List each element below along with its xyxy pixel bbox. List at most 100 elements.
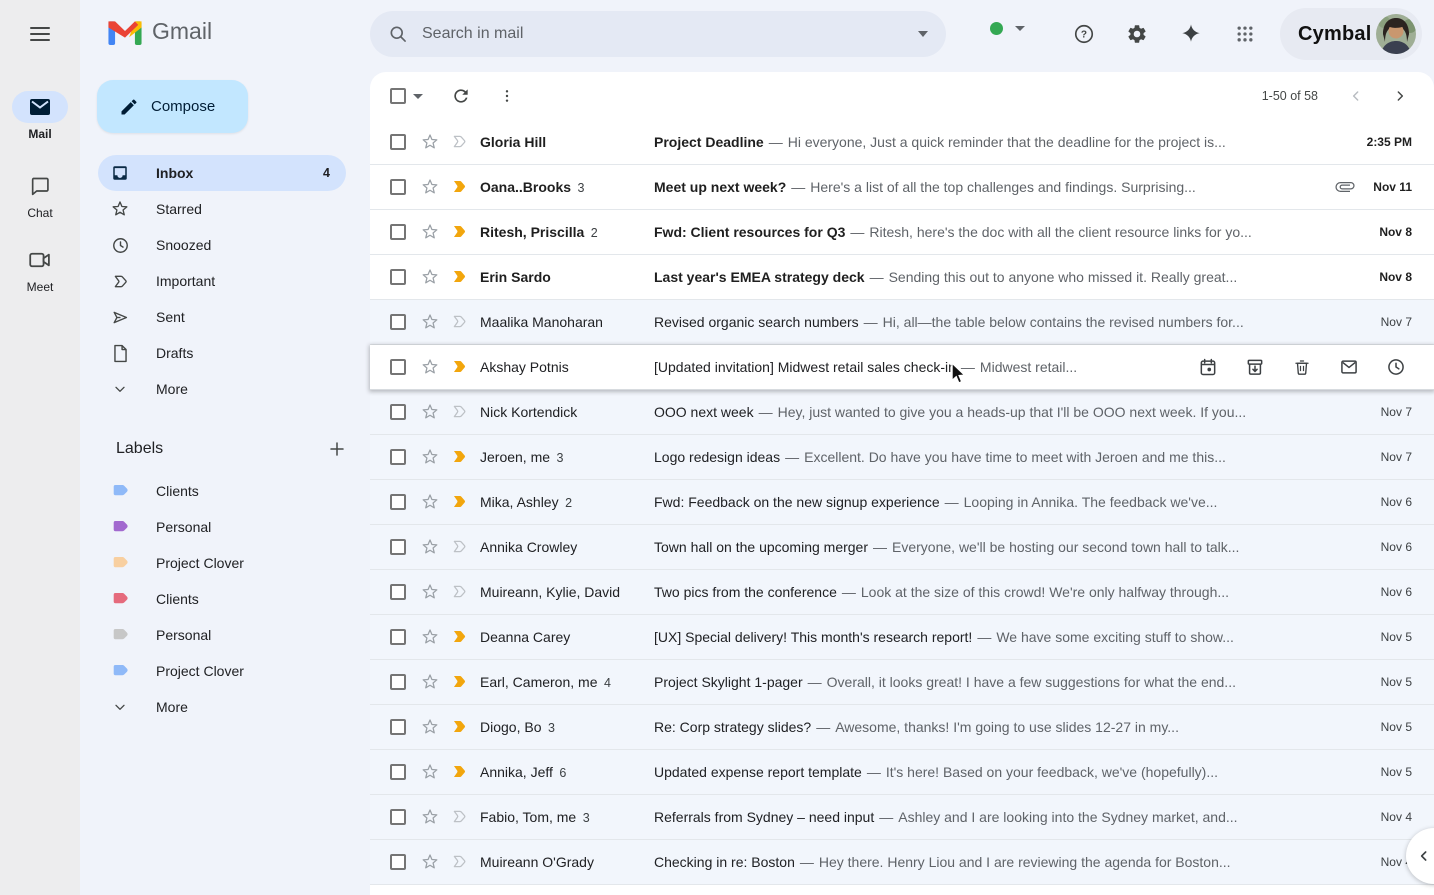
sidebar-label-clients[interactable]: Clients: [98, 473, 346, 509]
importance-marker[interactable]: [450, 177, 470, 197]
sidebar-label-personal[interactable]: Personal: [98, 509, 346, 545]
star-icon[interactable]: [420, 177, 440, 197]
email-row[interactable]: Mika, Ashley 2 Fwd: Feedback on the new …: [370, 480, 1434, 525]
row-checkbox[interactable]: [390, 404, 406, 420]
row-checkbox[interactable]: [390, 179, 406, 195]
star-icon[interactable]: [420, 222, 440, 242]
star-icon[interactable]: [420, 852, 440, 872]
email-row[interactable]: Deanna Carey [UX] Special delivery! This…: [370, 615, 1434, 660]
search-input[interactable]: [422, 25, 918, 43]
select-all-checkbox[interactable]: [390, 88, 406, 104]
gemini-button[interactable]: [1169, 12, 1213, 56]
row-checkbox[interactable]: [390, 719, 406, 735]
search-icon[interactable]: [388, 24, 408, 44]
importance-marker[interactable]: [450, 357, 470, 377]
star-icon[interactable]: [420, 762, 440, 782]
sidebar-item-sent[interactable]: Sent: [98, 299, 346, 335]
email-row[interactable]: Oana..Brooks 3 Meet up next week?—Here's…: [370, 165, 1434, 210]
older-page-button[interactable]: [1380, 76, 1420, 116]
mark-as-read-icon[interactable]: [1337, 355, 1361, 379]
star-icon[interactable]: [420, 537, 440, 557]
importance-marker[interactable]: [450, 582, 470, 602]
star-icon[interactable]: [420, 357, 440, 377]
search-options-caret-icon[interactable]: [918, 31, 928, 37]
google-apps-button[interactable]: [1223, 12, 1267, 56]
email-row[interactable]: Muireann O'Grady Checking in re: Boston—…: [370, 840, 1434, 885]
sidebar-item-snoozed[interactable]: Snoozed: [98, 227, 346, 263]
star-icon[interactable]: [420, 402, 440, 422]
sidebar-item-drafts[interactable]: Drafts: [98, 335, 346, 371]
star-icon[interactable]: [420, 492, 440, 512]
newer-page-button[interactable]: [1336, 76, 1376, 116]
account-chip[interactable]: Cymbal: [1280, 8, 1422, 60]
star-icon[interactable]: [420, 672, 440, 692]
sidebar-item-starred[interactable]: Starred: [98, 191, 346, 227]
rail-item-meet[interactable]: Meet: [0, 244, 80, 294]
row-checkbox[interactable]: [390, 134, 406, 150]
row-checkbox[interactable]: [390, 224, 406, 240]
search-bar[interactable]: [370, 11, 946, 57]
availability-status[interactable]: [990, 22, 1025, 35]
avatar[interactable]: [1376, 14, 1416, 54]
row-checkbox[interactable]: [390, 674, 406, 690]
email-row[interactable]: Diogo, Bo 3 Re: Corp strategy slides?—Aw…: [370, 705, 1434, 750]
sidebar-item-important[interactable]: Important: [98, 263, 346, 299]
sidebar-label-project-clover[interactable]: Project Clover: [98, 545, 346, 581]
sidebar-item-inbox[interactable]: Inbox 4: [98, 155, 346, 191]
importance-marker[interactable]: [450, 852, 470, 872]
row-checkbox[interactable]: [390, 314, 406, 330]
email-row[interactable]: Jeroen, me 3 Logo redesign ideas—Excelle…: [370, 435, 1434, 480]
refresh-button[interactable]: [441, 76, 481, 116]
email-row[interactable]: Nick Kortendick OOO next week—Hey, just …: [370, 390, 1434, 435]
importance-marker[interactable]: [450, 807, 470, 827]
sidebar-label-project-clover-2[interactable]: Project Clover: [98, 653, 346, 689]
row-checkbox[interactable]: [390, 539, 406, 555]
star-icon[interactable]: [420, 312, 440, 332]
email-row[interactable]: Ritesh, Priscilla 2 Fwd: Client resource…: [370, 210, 1434, 255]
add-label-icon[interactable]: [328, 440, 346, 458]
star-icon[interactable]: [420, 267, 440, 287]
delete-icon[interactable]: [1290, 355, 1314, 379]
importance-marker[interactable]: [450, 132, 470, 152]
importance-marker[interactable]: [450, 717, 470, 737]
email-row[interactable]: Akshay Potnis [Updated invitation] Midwe…: [370, 345, 1434, 390]
help-button[interactable]: ?: [1062, 12, 1106, 56]
email-row[interactable]: Earl, Cameron, me 4 Project Skylight 1-p…: [370, 660, 1434, 705]
snooze-icon[interactable]: [1384, 355, 1408, 379]
importance-marker[interactable]: [450, 402, 470, 422]
email-row[interactable]: Fabio, Tom, me 3 Referrals from Sydney –…: [370, 795, 1434, 840]
importance-marker[interactable]: [450, 762, 470, 782]
star-icon[interactable]: [420, 807, 440, 827]
rail-item-chat[interactable]: Chat: [0, 170, 80, 220]
settings-button[interactable]: [1115, 12, 1159, 56]
sidebar-label-clients-2[interactable]: Clients: [98, 581, 346, 617]
row-checkbox[interactable]: [390, 269, 406, 285]
rail-item-mail[interactable]: Mail: [0, 91, 80, 141]
star-icon[interactable]: [420, 627, 440, 647]
sidebar-labels-more[interactable]: More: [98, 689, 346, 725]
sidebar-label-personal-2[interactable]: Personal: [98, 617, 346, 653]
email-row[interactable]: Maalika Manoharan Revised organic search…: [370, 300, 1434, 345]
row-checkbox[interactable]: [390, 629, 406, 645]
importance-marker[interactable]: [450, 537, 470, 557]
star-icon[interactable]: [420, 132, 440, 152]
sidebar-item-more[interactable]: More: [98, 371, 346, 407]
importance-marker[interactable]: [450, 267, 470, 287]
row-checkbox[interactable]: [390, 584, 406, 600]
main-menu-button[interactable]: [16, 10, 64, 58]
email-row[interactable]: Annika Crowley Town hall on the upcoming…: [370, 525, 1434, 570]
archive-icon[interactable]: [1243, 355, 1267, 379]
row-checkbox[interactable]: [390, 494, 406, 510]
importance-marker[interactable]: [450, 672, 470, 692]
importance-marker[interactable]: [450, 627, 470, 647]
row-checkbox[interactable]: [390, 764, 406, 780]
rsvp-calendar-icon[interactable]: [1196, 355, 1220, 379]
star-icon[interactable]: [420, 717, 440, 737]
select-caret-icon[interactable]: [413, 94, 423, 99]
compose-button[interactable]: Compose: [97, 80, 248, 133]
importance-marker[interactable]: [450, 492, 470, 512]
star-icon[interactable]: [420, 447, 440, 467]
row-checkbox[interactable]: [390, 449, 406, 465]
importance-marker[interactable]: [450, 447, 470, 467]
importance-marker[interactable]: [450, 312, 470, 332]
